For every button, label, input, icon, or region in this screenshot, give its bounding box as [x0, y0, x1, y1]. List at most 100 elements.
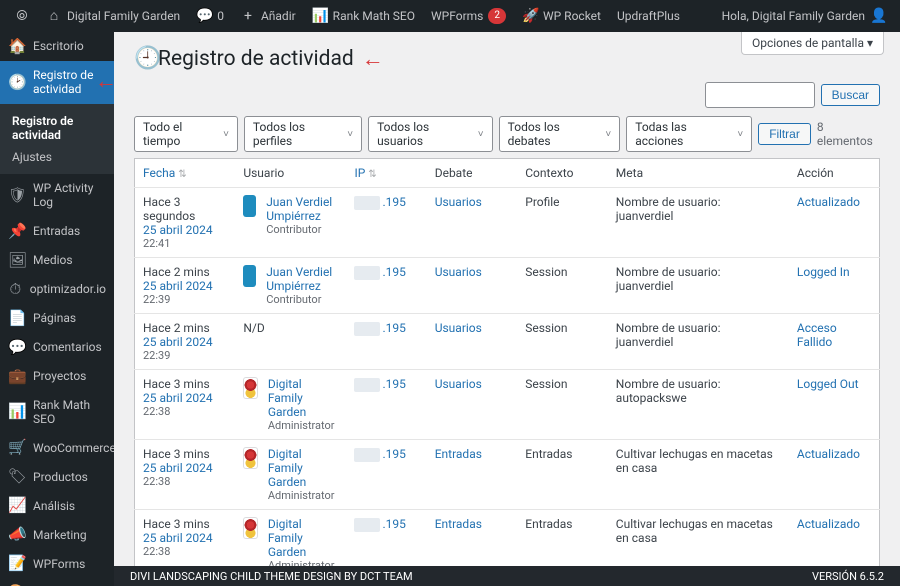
ip-link[interactable]: .195	[382, 377, 405, 391]
action-link[interactable]: Logged Out	[797, 377, 859, 391]
action-link[interactable]: Actualizado	[797, 517, 860, 531]
table-header-row: Fecha ⇅ Usuario IP ⇅ Debate Contexto Met…	[135, 159, 880, 188]
admin-bar: ⦾ ⌂ Digital Family Garden 💬0 +Añadir 📊 Ran…	[0, 0, 900, 32]
home-icon: ⌂	[46, 9, 62, 23]
menu-wpforms[interactable]: 📝WPForms	[0, 549, 114, 578]
avatar	[243, 265, 256, 287]
ip-masked	[354, 378, 380, 392]
context-text: Entradas	[525, 447, 572, 461]
tag-icon: 🏷	[8, 469, 26, 484]
user-link[interactable]: Juan Verdiel Umpiérrez	[266, 195, 332, 223]
debate-link[interactable]: Usuarios	[435, 265, 482, 279]
user-link[interactable]: Digital Family Garden	[268, 377, 306, 419]
comments-link[interactable]: 💬0	[188, 0, 232, 32]
ip-link[interactable]: .195	[382, 265, 405, 279]
date-link[interactable]: 25 abril 2024	[143, 461, 227, 475]
filter-button[interactable]: Filtrar	[758, 123, 811, 145]
date-link[interactable]: 25 abril 2024	[143, 223, 227, 237]
user-na: N/D	[243, 321, 264, 335]
menu-activitylog[interactable]: 🕑Registro de actividad←	[0, 61, 114, 104]
wpforms-label: WPForms	[431, 9, 483, 23]
action-link[interactable]: Logged In	[797, 265, 850, 279]
menu-dashboard[interactable]: 🏠Escritorio	[0, 32, 114, 61]
filter-actions[interactable]: Todas las acciones	[626, 116, 752, 152]
rankmath-bar[interactable]: 📊 Rank Math SEO	[304, 0, 423, 32]
rel-time: Hace 2 mins	[143, 265, 210, 279]
filter-users[interactable]: Todos los usuarios	[368, 116, 493, 152]
date-link[interactable]: 25 abril 2024	[143, 531, 227, 545]
avatar	[243, 377, 257, 399]
elements-count: 8 elementos	[817, 120, 880, 148]
filter-profiles[interactable]: Todos los perfiles	[244, 116, 362, 152]
filter-time[interactable]: Todo el tiempo	[134, 116, 238, 152]
user-link[interactable]: Juan Verdiel Umpiérrez	[266, 265, 332, 293]
menu-woo[interactable]: 🛒WooCommerce	[0, 433, 114, 462]
wpforms-bar[interactable]: WPForms2	[423, 0, 514, 32]
col-date[interactable]: Fecha ⇅	[135, 159, 236, 188]
media-icon: 🖼	[8, 253, 26, 268]
rocket-icon: 🚀	[522, 9, 538, 23]
menu-comments[interactable]: 💬Comentarios	[0, 333, 114, 362]
action-link[interactable]: Actualizado	[797, 447, 860, 461]
avatar-icon: 👤	[870, 9, 886, 23]
action-link[interactable]: Acceso Fallido	[797, 321, 837, 349]
date-link[interactable]: 25 abril 2024	[143, 335, 227, 349]
site-home[interactable]: ⌂ Digital Family Garden	[38, 0, 188, 32]
updraft-bar[interactable]: UpdraftPlus	[609, 0, 688, 32]
col-context: Contexto	[517, 159, 608, 188]
menu-posts[interactable]: 📌Entradas	[0, 217, 114, 246]
page-title: 🕘Registro de actividad	[134, 47, 354, 71]
menu-projects[interactable]: 💼Proyectos	[0, 362, 114, 391]
user-link[interactable]: Digital Family Garden	[268, 517, 306, 559]
comment-icon: 💬	[8, 340, 26, 355]
debate-link[interactable]: Entradas	[435, 447, 482, 461]
avatar	[243, 517, 257, 539]
date-link[interactable]: 25 abril 2024	[143, 279, 227, 293]
ip-link[interactable]: .195	[382, 517, 405, 531]
user-link[interactable]: Digital Family Garden	[268, 447, 306, 489]
debate-link[interactable]: Entradas	[435, 517, 482, 531]
wprocket-bar[interactable]: 🚀WP Rocket	[514, 0, 609, 32]
menu-wpactivitylog[interactable]: 🛡WP Activity Log	[0, 174, 114, 217]
rankmath-label: Rank Math SEO	[333, 9, 415, 23]
ip-link[interactable]: .195	[382, 195, 405, 209]
screen-options-button[interactable]: Opciones de pantalla ▾	[741, 32, 884, 55]
wp-logo[interactable]: ⦾	[6, 0, 38, 32]
col-user: Usuario	[235, 159, 346, 188]
site-name: Digital Family Garden	[67, 9, 180, 23]
debate-link[interactable]: Usuarios	[435, 321, 482, 335]
submenu-item-settings[interactable]: Ajustes	[0, 146, 114, 168]
submenu-item-activitylog[interactable]: Registro de actividad	[0, 110, 114, 146]
debate-link[interactable]: Usuarios	[435, 195, 482, 209]
menu-optimizador[interactable]: ⏱optimizador.io	[0, 275, 114, 304]
action-link[interactable]: Actualizado	[797, 195, 860, 209]
user-role: Administrator	[268, 489, 339, 502]
ip-link[interactable]: .195	[382, 321, 405, 335]
ip-masked	[354, 322, 380, 336]
menu-appearance[interactable]: 🎨Apariencia	[0, 578, 114, 586]
filter-debates[interactable]: Todos los debates	[499, 116, 621, 152]
menu-marketing[interactable]: 📣Marketing	[0, 520, 114, 549]
meta-text: Nombre de usuario: juanverdiel	[616, 195, 721, 223]
menu-analytics[interactable]: 📈Análisis	[0, 491, 114, 520]
menu-rankmath[interactable]: 📊Rank Math SEO	[0, 391, 114, 434]
menu-media[interactable]: 🖼Medios	[0, 246, 114, 275]
chart-icon: 📊	[312, 9, 328, 23]
meta-text: Nombre de usuario: autopackswe	[616, 377, 721, 405]
page-icon: 📄	[8, 311, 26, 326]
bars-icon: 📈	[8, 498, 26, 513]
new-content[interactable]: +Añadir	[232, 0, 304, 32]
user-greeting[interactable]: Hola, Digital Family Garden👤	[714, 0, 894, 32]
search-button[interactable]: Buscar	[821, 84, 880, 106]
menu-products[interactable]: 🏷Productos	[0, 462, 114, 491]
meta-text: Cultivar lechugas en macetas en casa	[616, 447, 773, 475]
rel-time: Hace 3 mins	[143, 447, 210, 461]
form-icon: 📝	[8, 556, 26, 571]
ip-link[interactable]: .195	[382, 447, 405, 461]
date-link[interactable]: 25 abril 2024	[143, 391, 227, 405]
debate-link[interactable]: Usuarios	[435, 377, 482, 391]
search-input[interactable]	[705, 82, 815, 108]
menu-pages[interactable]: 📄Páginas	[0, 304, 114, 333]
ip-masked	[354, 196, 380, 210]
col-ip[interactable]: IP ⇅	[346, 159, 426, 188]
